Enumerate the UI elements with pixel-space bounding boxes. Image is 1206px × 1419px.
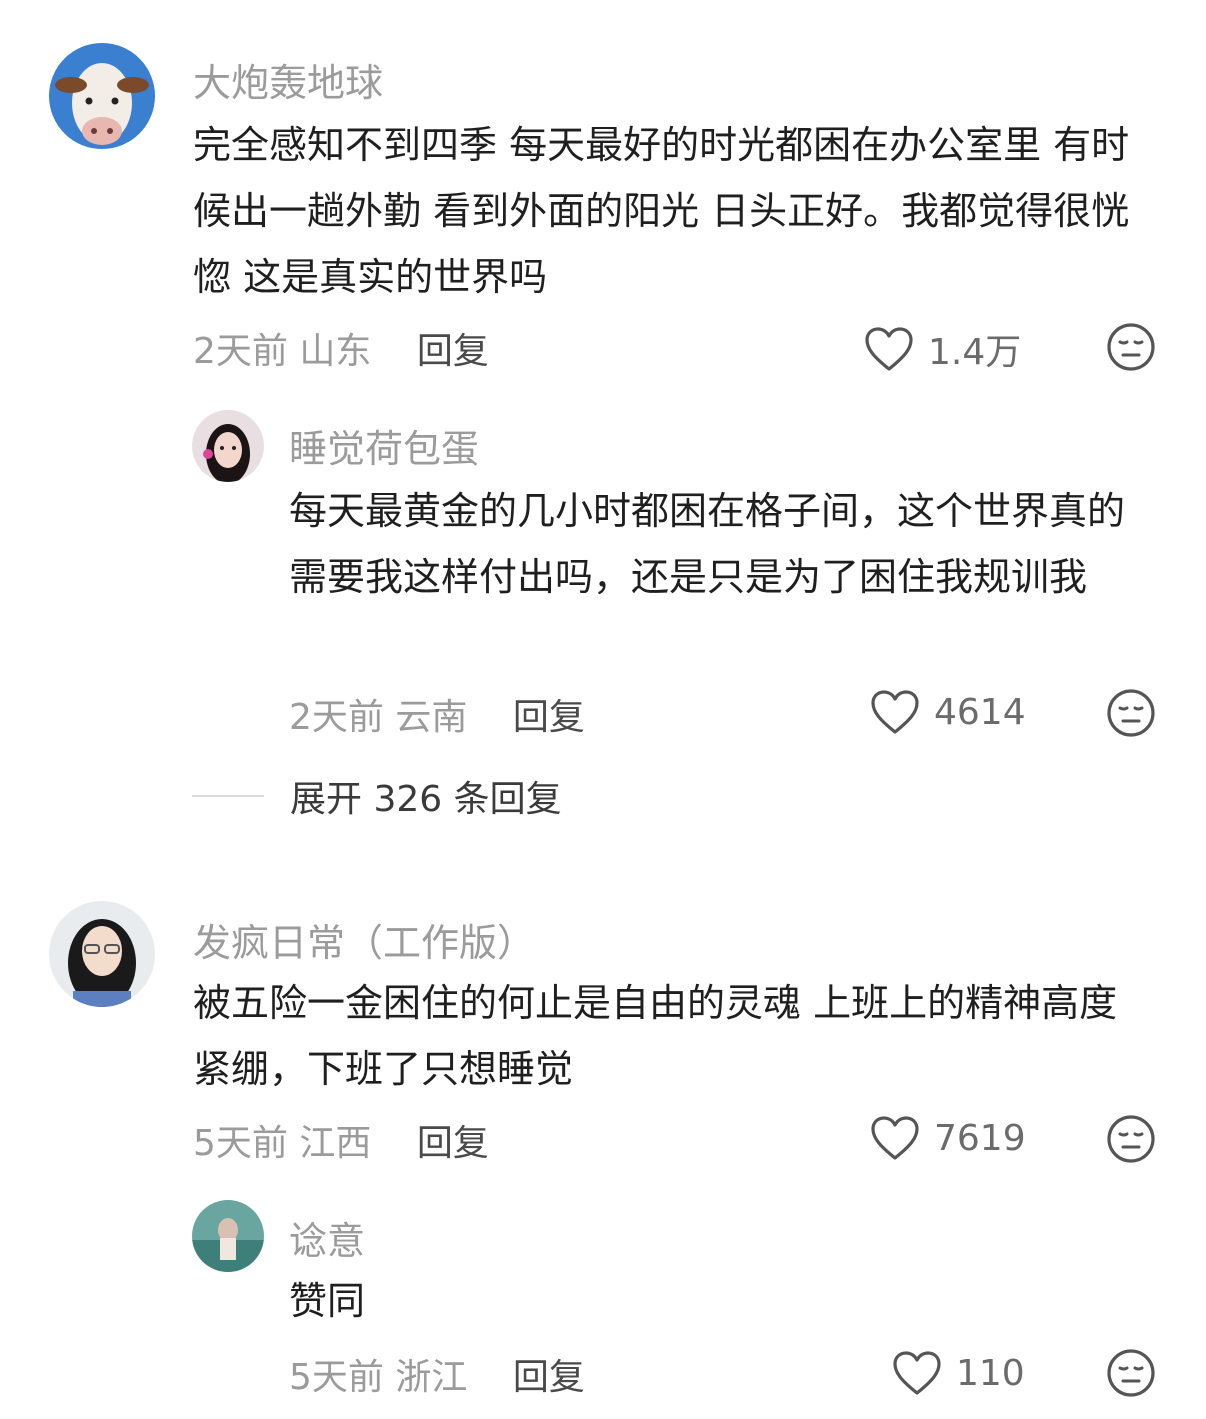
reply-text: 每天最黄金的几小时都困在格子间，这个世界真的需要我这样付出吗，还是只是为了困住我…: [289, 489, 1126, 599]
like-count: 7619: [934, 1117, 1026, 1159]
like-count: 110: [956, 1352, 1025, 1394]
meh-face-icon: [1107, 689, 1155, 737]
reply-button[interactable]: 回复: [417, 331, 489, 372]
meh-face-icon: [1107, 1115, 1155, 1163]
comment-meta: 5天前 江西 回复: [193, 1114, 489, 1166]
dislike-button[interactable]: [1106, 322, 1156, 372]
dislike-button[interactable]: [1106, 688, 1156, 738]
heart-outline-icon: [865, 327, 913, 371]
reply-button[interactable]: 回复: [513, 697, 585, 738]
heart-outline-icon: [893, 1351, 941, 1395]
comment-location: 山东: [299, 331, 372, 372]
heart-outline-icon: [871, 1116, 919, 1160]
heart-outline-icon: [871, 690, 919, 734]
username[interactable]: 发疯日常（工作版）: [193, 912, 535, 967]
like-count: 4614: [934, 691, 1026, 733]
reply-meta: 5天前 浙江 回复: [289, 1348, 585, 1400]
comment-location: 江西: [299, 1123, 372, 1164]
meh-face-icon: [1107, 1349, 1155, 1397]
like-button[interactable]: 7619: [870, 1115, 1026, 1161]
comment-text: 被五险一金困住的何止是自由的灵魂 上班上的精神高度紧绷，下班了只想睡觉: [193, 981, 1118, 1091]
like-count: 1.4万: [928, 332, 1022, 373]
reply-location: 浙江: [395, 1357, 468, 1398]
reply-meta: 2天前 云南 回复: [289, 688, 585, 740]
like-button[interactable]: 4614: [870, 689, 1026, 735]
like-button[interactable]: 1.4万: [864, 323, 1021, 375]
reply-button[interactable]: 回复: [513, 1357, 585, 1398]
comment-time: 5天前: [193, 1123, 288, 1164]
username[interactable]: 睡觉荷包蛋: [289, 418, 479, 473]
reply-button[interactable]: 回复: [417, 1123, 489, 1164]
avatar[interactable]: [49, 901, 155, 1007]
expand-replies-button[interactable]: 展开 326 条回复: [192, 770, 562, 822]
reply-time: 5天前: [289, 1357, 384, 1398]
avatar[interactable]: [192, 1200, 264, 1272]
expand-replies-label: 展开 326 条回复: [290, 779, 562, 820]
meh-face-icon: [1107, 323, 1155, 371]
reply-location: 云南: [395, 697, 468, 738]
comment-meta: 2天前 山东 回复: [193, 322, 489, 374]
reply-time: 2天前: [289, 697, 384, 738]
avatar[interactable]: [49, 43, 155, 149]
reply-text: 赞同: [289, 1279, 366, 1323]
like-button[interactable]: 110: [892, 1350, 1025, 1396]
comment-text: 完全感知不到四季 每天最好的时光都困在办公室里 有时候出一趟外勤 看到外面的阳光…: [193, 123, 1130, 299]
comment-time: 2天前: [193, 331, 288, 372]
username[interactable]: 谂意: [289, 1210, 365, 1265]
username[interactable]: 大炮轰地球: [193, 52, 383, 107]
divider: [192, 795, 264, 797]
dislike-button[interactable]: [1106, 1114, 1156, 1164]
avatar[interactable]: [192, 410, 264, 482]
dislike-button[interactable]: [1106, 1348, 1156, 1398]
